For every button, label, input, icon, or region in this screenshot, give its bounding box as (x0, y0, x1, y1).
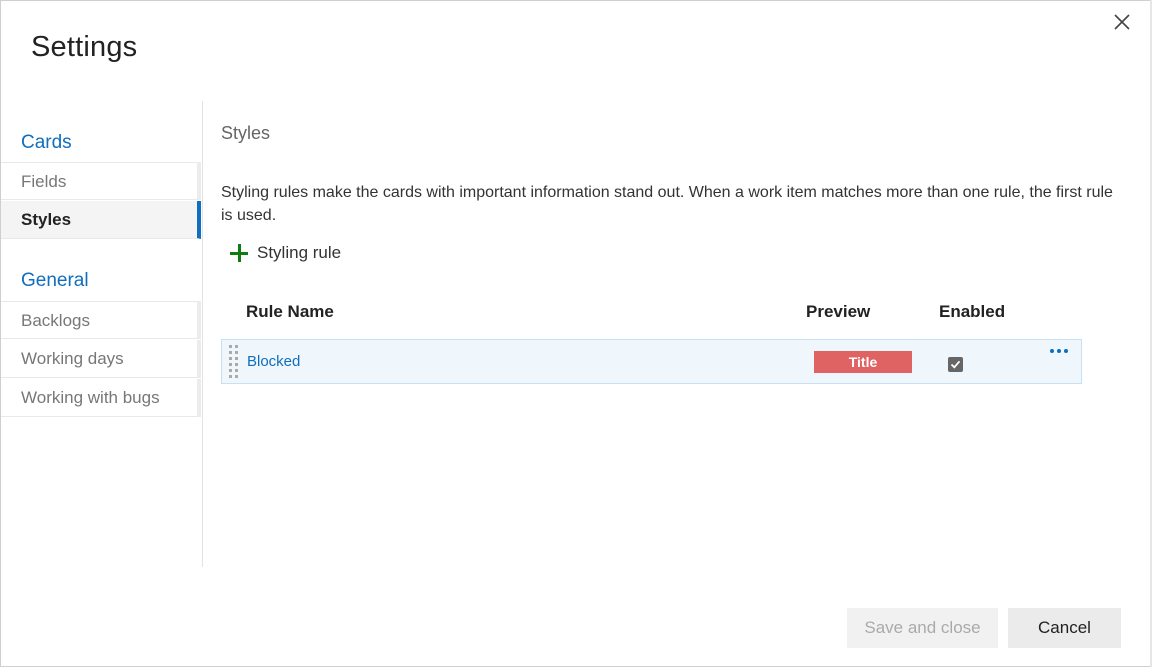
column-header-rule-name: Rule Name (246, 302, 334, 321)
drag-handle-icon[interactable] (227, 343, 241, 381)
checkmark-icon (950, 360, 961, 369)
save-and-close-button[interactable]: Save and close (847, 608, 998, 648)
sidebar-section-cards: Cards (21, 132, 72, 153)
plus-icon (229, 243, 249, 263)
sidebar-gutter (197, 340, 201, 378)
sidebar-gutter (197, 379, 201, 417)
dialog-title: Settings (31, 31, 138, 63)
add-styling-rule-label: Styling rule (257, 243, 342, 262)
sidebar-item-working-days[interactable]: Working days (1, 340, 197, 378)
styles-description: Styling rules make the cards with import… (221, 184, 1113, 224)
sidebar-item-styles[interactable]: Styles (1, 201, 201, 239)
enabled-checkbox[interactable] (948, 357, 963, 372)
table-row[interactable]: Blocked Title (221, 339, 1082, 384)
sidebar-item-working-with-bugs[interactable]: Working with bugs (1, 379, 197, 417)
sidebar-item-backlogs[interactable]: Backlogs (1, 301, 197, 339)
column-header-preview: Preview (806, 302, 871, 321)
sidebar-gutter (197, 301, 201, 339)
close-button[interactable] (1111, 11, 1133, 33)
cancel-button[interactable]: Cancel (1008, 608, 1121, 648)
column-header-enabled: Enabled (939, 302, 1006, 321)
sidebar-section-general: General (21, 270, 89, 291)
rule-name-link[interactable]: Blocked (247, 353, 300, 370)
sidebar-gutter (197, 162, 201, 200)
section-heading: Styles (221, 123, 271, 143)
more-options-icon[interactable] (1050, 346, 1072, 356)
sidebar-item-fields[interactable]: Fields (1, 162, 197, 200)
rule-preview-chip: Title (814, 351, 912, 373)
settings-dialog: Settings Cards Fields Styles General Bac… (0, 0, 1152, 667)
close-icon (1114, 14, 1130, 30)
settings-sidebar: Cards Fields Styles General Backlogs Wor… (1, 101, 203, 567)
add-styling-rule-button[interactable]: Styling rule (229, 241, 341, 265)
